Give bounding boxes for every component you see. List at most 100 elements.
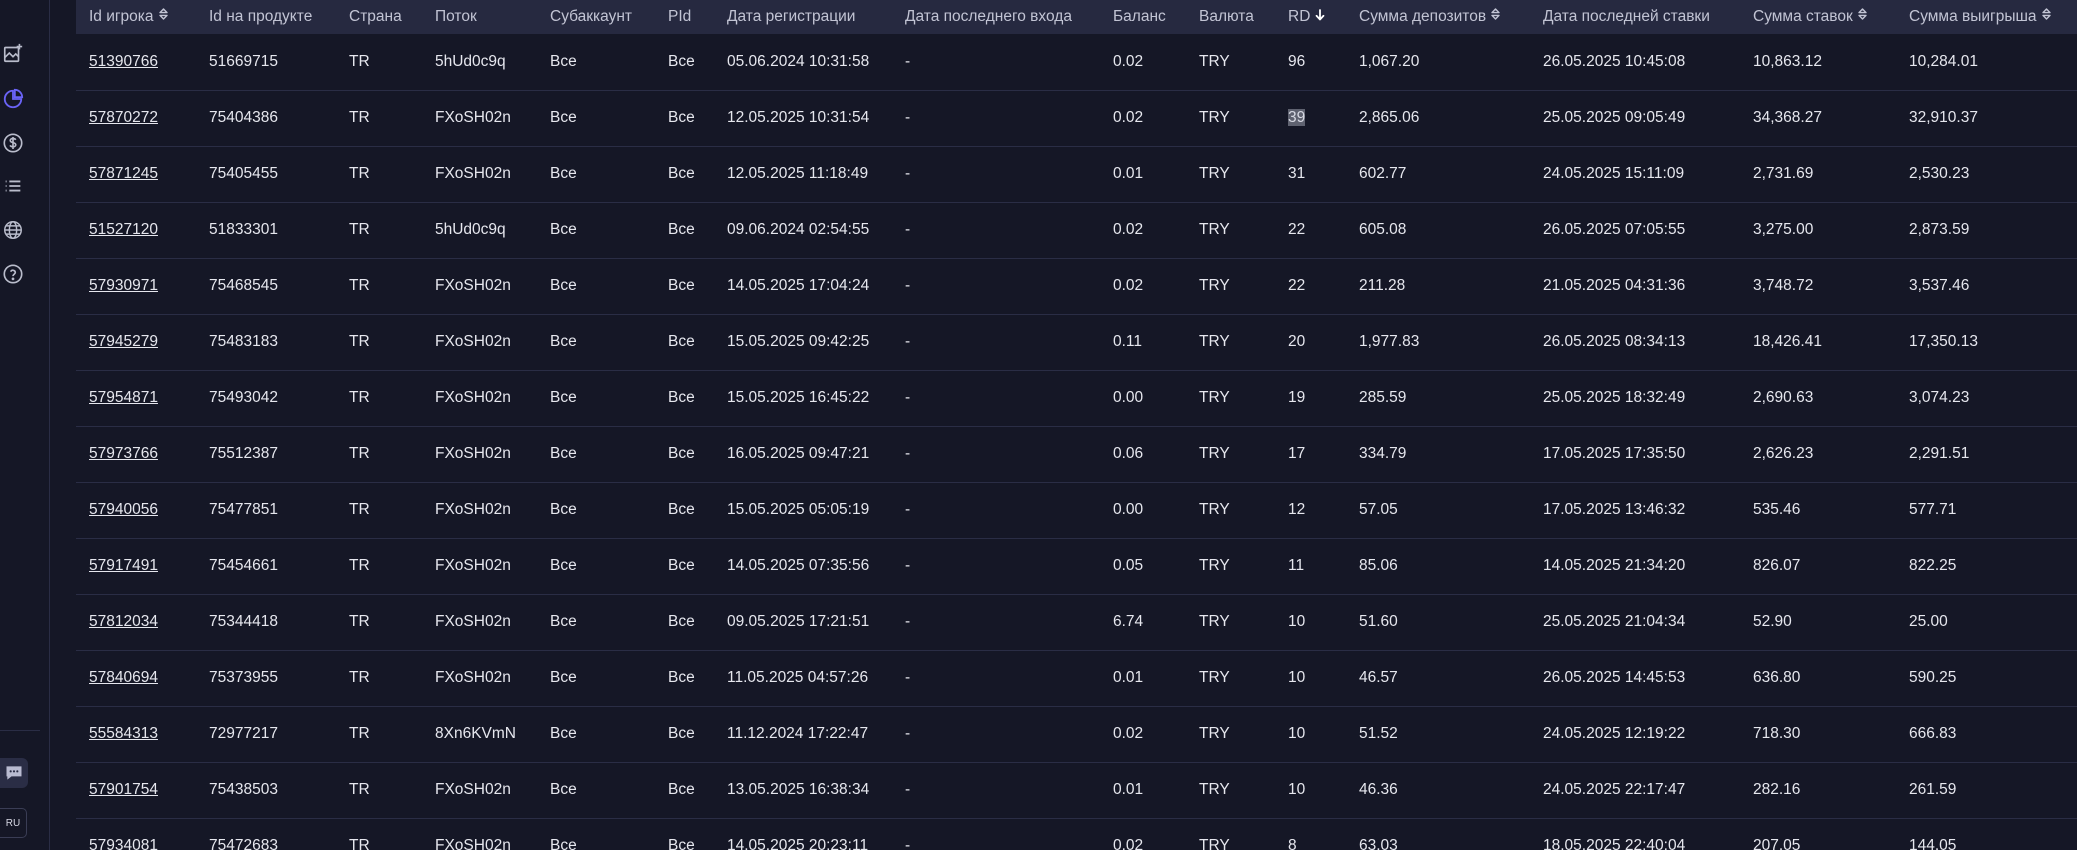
player-id-link[interactable]: 55584313 <box>89 725 158 742</box>
table-cell: Все <box>655 34 714 91</box>
cell-value: FXoSH02n <box>435 389 511 406</box>
table-cell: 1,067.20 <box>1346 34 1530 91</box>
table-row: 57840694 75373955 TR FXoSH02n Все Все 11.05.20… <box>76 650 2077 707</box>
cell-value: Все <box>550 725 577 742</box>
cell-value: TRY <box>1199 333 1230 350</box>
table-cell: TRY <box>1186 594 1275 651</box>
column-header: Баланс <box>1100 0 1186 34</box>
globe-icon[interactable] <box>0 217 26 243</box>
player-id-link[interactable]: 57934081 <box>89 837 158 850</box>
player-id-link[interactable]: 57840694 <box>89 669 158 686</box>
players-table-container[interactable]: Id игрока Id на продукте Страна Поток Субакк… <box>76 0 2077 850</box>
table-cell: 11.12.2024 17:22:47 <box>714 706 892 763</box>
table-cell: 20 <box>1275 314 1346 371</box>
table-cell: 72977217 <box>196 706 336 763</box>
table-cell: FXoSH02n <box>422 90 537 147</box>
player-id-link[interactable]: 57945279 <box>89 333 158 350</box>
table-cell: Все <box>655 314 714 371</box>
cell-value: FXoSH02n <box>435 109 511 126</box>
cell-value: 11.05.2025 04:57:26 <box>727 669 869 686</box>
table-cell: 144.05 <box>1896 818 2077 850</box>
column-header[interactable]: Id игрока <box>76 0 196 34</box>
help-icon[interactable] <box>0 261 26 287</box>
cell-value: Все <box>550 333 577 350</box>
table-cell: 57973766 <box>76 426 196 483</box>
player-id-link[interactable]: 57954871 <box>89 389 158 406</box>
table-cell: 75404386 <box>196 90 336 147</box>
table-cell: TRY <box>1186 314 1275 371</box>
player-id-link[interactable]: 51527120 <box>89 221 158 238</box>
column-header[interactable]: RD <box>1275 0 1346 34</box>
cell-value: TR <box>349 501 370 518</box>
table-cell: FXoSH02n <box>422 650 537 707</box>
add-image-icon[interactable] <box>0 40 26 66</box>
cell-value: 51669715 <box>209 52 278 70</box>
player-id-link[interactable]: 57901754 <box>89 781 158 798</box>
list-icon[interactable] <box>0 173 26 199</box>
player-id-link[interactable]: 57930971 <box>89 277 158 294</box>
cell-value: - <box>905 837 911 850</box>
cell-value: Все <box>550 781 577 798</box>
column-header[interactable]: Сумма депозитов <box>1346 0 1530 34</box>
table-cell: - <box>892 370 1100 427</box>
cell-value: - <box>905 109 911 126</box>
cell-value: 8Xn6KVmN <box>435 725 516 742</box>
sort-desc-icon[interactable] <box>1315 9 1325 24</box>
cell-value: TR <box>349 333 370 350</box>
table-cell: 211.28 <box>1346 258 1530 315</box>
table-cell: 5hUd0c9q <box>422 202 537 259</box>
column-header[interactable]: Сумма ставок <box>1740 0 1896 34</box>
player-id-link[interactable]: 57870272 <box>89 109 158 126</box>
sort-both-icon[interactable] <box>158 8 168 23</box>
cell-value: 577.71 <box>1909 501 1957 518</box>
cell-value: 10 <box>1288 781 1306 798</box>
table-cell: - <box>892 90 1100 147</box>
table-cell: 3,537.46 <box>1896 258 2077 315</box>
cell-value: 51833301 <box>209 221 278 238</box>
cell-value: FXoSH02n <box>435 165 511 182</box>
cell-value: 52.90 <box>1753 613 1792 630</box>
cell-value: 75483183 <box>209 333 278 350</box>
cell-value: 2,731.69 <box>1753 165 1814 182</box>
cell-value: TR <box>349 445 370 462</box>
sort-both-icon[interactable] <box>2041 8 2051 23</box>
cell-value: FXoSH02n <box>435 613 511 630</box>
table-cell: Все <box>537 538 655 595</box>
player-id-link[interactable]: 57871245 <box>89 165 158 182</box>
cell-value: 09.06.2024 02:54:55 <box>727 221 870 238</box>
table-cell: - <box>892 202 1100 259</box>
dollar-icon[interactable] <box>0 130 26 156</box>
cell-value: 2,690.63 <box>1753 389 1814 406</box>
language-switch[interactable]: RU <box>0 808 27 838</box>
cell-value: 75512387 <box>209 445 278 462</box>
cell-value: Все <box>550 557 577 574</box>
cell-value: 51.60 <box>1359 613 1398 630</box>
player-id-link[interactable]: 57812034 <box>89 613 158 630</box>
cell-value: 0.06 <box>1113 445 1144 462</box>
table-cell: - <box>892 706 1100 763</box>
sort-both-icon[interactable] <box>1491 8 1500 23</box>
cell-value: 22 <box>1288 221 1306 238</box>
table-cell: Все <box>537 90 655 147</box>
table-cell: 52.90 <box>1740 594 1896 651</box>
table-cell: 10 <box>1275 650 1346 707</box>
player-id-link[interactable]: 57940056 <box>89 501 158 518</box>
cell-value: 22 <box>1288 277 1306 294</box>
sort-both-icon[interactable] <box>1858 8 1867 23</box>
table-cell: 34,368.27 <box>1740 90 1896 147</box>
cell-value: 2,530.23 <box>1909 165 1970 182</box>
table-cell: 57934081 <box>76 818 196 850</box>
column-header: Поток <box>422 0 537 34</box>
table-cell: 57870272 <box>76 90 196 147</box>
chat-button[interactable] <box>0 758 28 788</box>
cell-value: 75477851 <box>209 501 278 518</box>
pie-chart-icon[interactable] <box>0 86 26 112</box>
player-id-link[interactable]: 57973766 <box>89 445 158 462</box>
table-cell: - <box>892 818 1100 850</box>
table-cell: - <box>892 258 1100 315</box>
player-id-link[interactable]: 57917491 <box>89 557 158 574</box>
column-header[interactable]: Сумма выигрыша <box>1896 0 2077 34</box>
cell-value: Все <box>668 389 695 406</box>
table-cell: 602.77 <box>1346 146 1530 203</box>
player-id-link[interactable]: 51390766 <box>89 53 158 70</box>
